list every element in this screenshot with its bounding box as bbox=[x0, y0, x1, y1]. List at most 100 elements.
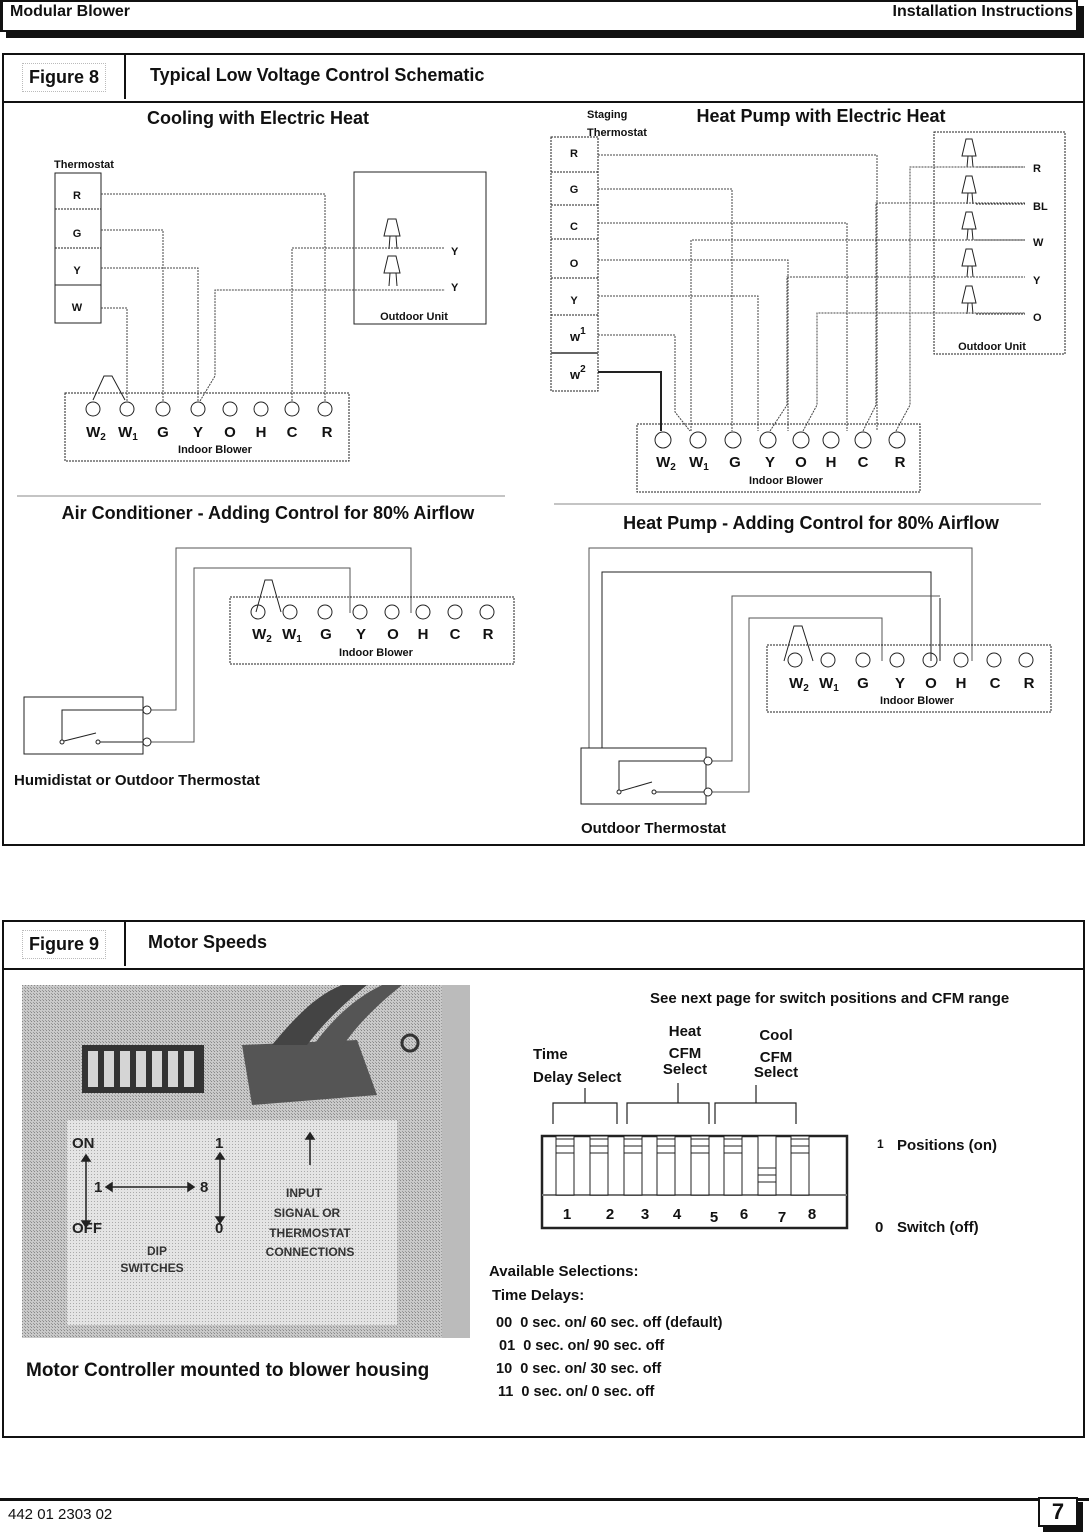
photo-label-8: 8 bbox=[200, 1179, 208, 1196]
time-delays-title: Time Delays: bbox=[492, 1287, 585, 1304]
photo-label-input: INPUT bbox=[286, 1186, 323, 1200]
blower-terminal-label: O bbox=[925, 675, 937, 692]
hp-out-bl: BL bbox=[1033, 201, 1048, 213]
hp-80-blower-label: Indoor Blower bbox=[880, 695, 955, 707]
photo-label-signal: SIGNAL OR bbox=[274, 1206, 341, 1220]
legend-off-text: Switch (off) bbox=[897, 1219, 979, 1236]
blower-terminal-label: H bbox=[956, 675, 967, 692]
dip-switch-1 bbox=[555, 1135, 575, 1196]
hp-tstat-y: Y bbox=[570, 295, 578, 307]
blower-terminal-label: Y bbox=[895, 675, 905, 692]
legend-on-text: Positions (on) bbox=[897, 1137, 997, 1154]
blower-terminal-label: Y bbox=[193, 424, 203, 441]
cooling-tstat-y: Y bbox=[73, 265, 81, 277]
blower-terminal-label: H bbox=[418, 626, 429, 643]
dip-switch-number: 4 bbox=[673, 1206, 682, 1223]
group-time-2: Delay Select bbox=[533, 1069, 621, 1086]
available-selections-title: Available Selections: bbox=[489, 1263, 639, 1280]
blower-terminal-label: G bbox=[729, 454, 741, 471]
blower-terminal-label: R bbox=[322, 424, 333, 441]
blower-terminal-label: C bbox=[450, 626, 461, 643]
dip-switch-number: 3 bbox=[641, 1206, 649, 1223]
ac-80-blower-terminals bbox=[250, 604, 495, 620]
cooling-connector-2 bbox=[383, 255, 401, 287]
cooling-connector-1 bbox=[383, 218, 401, 250]
hp-tstat-w2: w2 bbox=[569, 364, 586, 382]
hp-outdoor-label: Outdoor Unit bbox=[958, 341, 1026, 353]
blower-terminal-label: G bbox=[157, 424, 169, 441]
legend-off-number: 0 bbox=[875, 1219, 883, 1236]
outdoor-connector-icon bbox=[961, 248, 977, 278]
blower-terminal-label: C bbox=[990, 675, 1001, 692]
blower-terminal-label: H bbox=[256, 424, 267, 441]
hp-tstat-r: R bbox=[570, 148, 578, 160]
blower-terminal-label: O bbox=[224, 424, 236, 441]
hp-80-title: Heat Pump - Adding Control for 80% Airfl… bbox=[623, 513, 1000, 533]
label-plate bbox=[67, 1120, 397, 1325]
figure-9-header: Figure 9 Motor Speeds bbox=[4, 922, 1083, 970]
dip-switch-diagram: Time Delay Select Heat CFM Select Cool C… bbox=[533, 1023, 997, 1236]
group-heat-3: Select bbox=[663, 1061, 707, 1078]
group-heat-2: CFM bbox=[669, 1045, 702, 1062]
cooling-outdoor-label: Outdoor Unit bbox=[380, 311, 448, 323]
photo-label-thermostat: THERMOSTAT bbox=[269, 1226, 351, 1240]
dip-switch-number: 5 bbox=[710, 1209, 718, 1226]
heatpump-outdoor-unit bbox=[933, 131, 1066, 355]
photo-caption: Motor Controller mounted to blower housi… bbox=[26, 1360, 430, 1381]
photo-label-pos1: 1 bbox=[215, 1135, 223, 1152]
hp-blower-terminals bbox=[654, 431, 906, 449]
switch-note: See next page for switch positions and C… bbox=[650, 990, 1010, 1007]
blower-terminal-label: W2 bbox=[252, 626, 272, 645]
figure-9-title: Motor Speeds bbox=[148, 932, 268, 952]
outdoor-connector-icon bbox=[961, 285, 977, 315]
cooling-blower-terminals bbox=[85, 401, 333, 417]
hp-blower-label: Indoor Blower bbox=[749, 475, 824, 487]
blower-terminal-label: O bbox=[795, 454, 807, 471]
hp-out-o: O bbox=[1033, 312, 1042, 324]
hp-out-w: W bbox=[1033, 237, 1044, 249]
photo-label-dip: DIP bbox=[147, 1244, 167, 1258]
blower-terminal-label: G bbox=[320, 626, 332, 643]
legend-on-number: 1 bbox=[877, 1137, 884, 1151]
dip-switch-5 bbox=[690, 1135, 710, 1196]
motor-controller-photo: ON OFF 1 8 1 0 DIP SWITCHES INPUT SIGNAL… bbox=[22, 985, 470, 1338]
blower-terminal-label: W1 bbox=[282, 626, 302, 645]
blower-terminal-label: W2 bbox=[789, 675, 809, 694]
blower-terminal-label: W2 bbox=[656, 454, 676, 473]
dip-switch-number: 7 bbox=[778, 1209, 786, 1226]
heatpump-diagram: Heat Pump with Electric Heat Staging The… bbox=[550, 106, 1066, 493]
blower-terminal-label: Y bbox=[356, 626, 366, 643]
group-cool-3: Select bbox=[754, 1064, 798, 1081]
group-time-1: Time bbox=[533, 1046, 568, 1063]
group-heat-1: Heat bbox=[669, 1023, 702, 1040]
photo-label-on: ON bbox=[72, 1135, 95, 1152]
blower-terminal-label: R bbox=[1024, 675, 1035, 692]
cooling-blower-label: Indoor Blower bbox=[178, 444, 253, 456]
cooling-tstat-g: G bbox=[73, 228, 82, 240]
outdoor-thermostat-box bbox=[580, 747, 707, 805]
outdoor-connector-icon bbox=[961, 211, 977, 241]
photo-label-1: 1 bbox=[94, 1179, 102, 1196]
hp-80-blower-terminals bbox=[787, 652, 1034, 668]
hp-out-r: R bbox=[1033, 163, 1041, 175]
figure-9-tag: Figure 9 bbox=[4, 922, 126, 966]
time-delay-item: 01 0 sec. on/ 90 sec. off bbox=[499, 1338, 665, 1354]
blower-terminal-label: R bbox=[483, 626, 494, 643]
blower-terminal-label: R bbox=[895, 454, 906, 471]
blower-terminal-label: G bbox=[857, 675, 869, 692]
blower-terminal-label: Y bbox=[765, 454, 775, 471]
connector-plug bbox=[242, 1040, 377, 1105]
cooling-title: Cooling with Electric Heat bbox=[147, 108, 369, 128]
dip-switch-6 bbox=[723, 1135, 743, 1196]
hp-tstat-w1: w1 bbox=[569, 326, 586, 344]
cooling-diagram: Cooling with Electric Heat Thermostat R … bbox=[54, 108, 487, 462]
dip-switches bbox=[555, 1135, 810, 1196]
dip-switch-number: 1 bbox=[563, 1206, 571, 1223]
cooling-thermostat-label: Thermostat bbox=[54, 159, 114, 171]
ac-80-blower-label: Indoor Blower bbox=[339, 647, 414, 659]
humidistat-label: Humidistat or Outdoor Thermostat bbox=[14, 772, 260, 789]
blower-terminal-label: C bbox=[858, 454, 869, 471]
dip-switch-number: 8 bbox=[808, 1206, 816, 1223]
cooling-outdoor-y2: Y bbox=[451, 282, 459, 294]
dip-switch-3 bbox=[623, 1135, 643, 1196]
